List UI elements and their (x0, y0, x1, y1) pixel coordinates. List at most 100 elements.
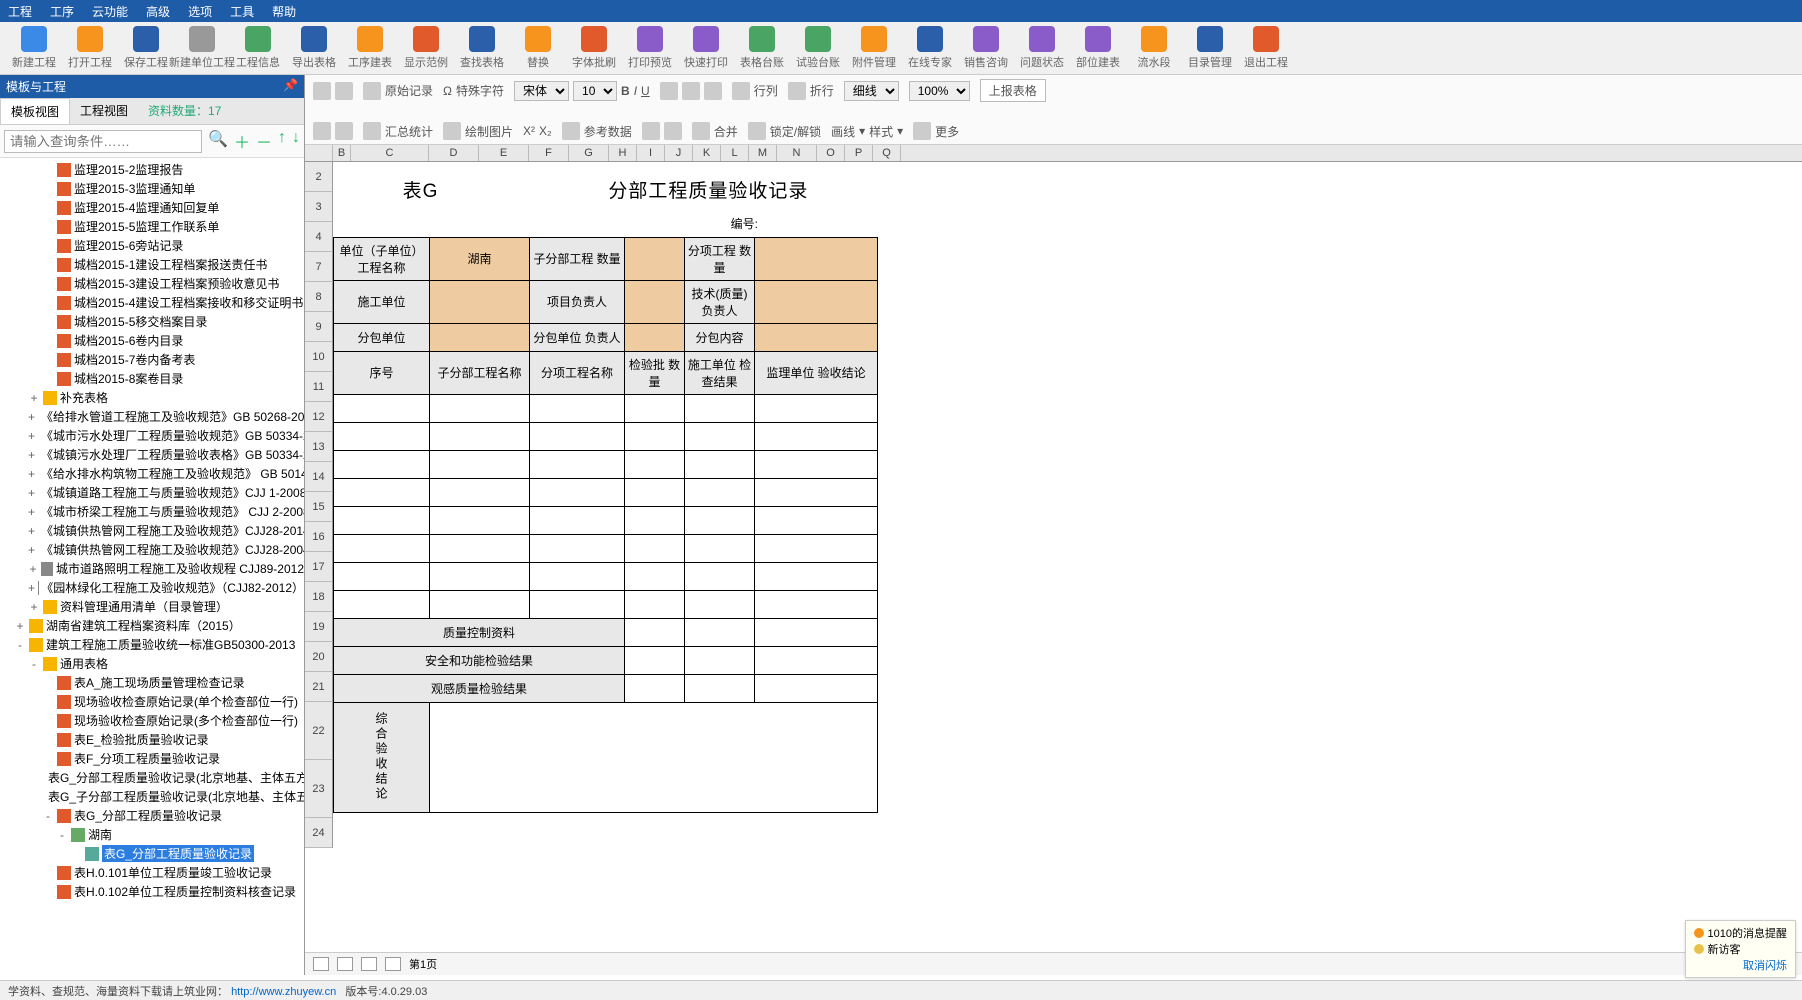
menu-选项[interactable]: 选项 (188, 3, 212, 20)
toolbar-替换[interactable]: 替换 (510, 26, 566, 70)
tab-template-view[interactable]: 模板视图 (0, 98, 70, 124)
bold-icon[interactable]: B (621, 84, 630, 98)
tree-node[interactable]: 城档2015-1建设工程档案报送责任书 (0, 255, 304, 274)
tree-node[interactable]: 城档2015-7卷内备考表 (0, 350, 304, 369)
tree-node[interactable]: 监理2015-3监理通知单 (0, 179, 304, 198)
toolbar-快速打印[interactable]: 快速打印 (678, 26, 734, 70)
more-icon[interactable] (913, 122, 931, 140)
tree-node[interactable]: 监理2015-5监理工作联系单 (0, 217, 304, 236)
first-page-icon[interactable] (313, 957, 329, 971)
tree-node[interactable]: -表G_分部工程质量验收记录 (0, 806, 304, 825)
tree-node[interactable]: +《城镇道路工程施工与质量验收规范》CJJ 1-2008 (0, 483, 304, 502)
raw-record-icon[interactable] (363, 82, 381, 100)
down-icon[interactable]: ↓ (292, 129, 300, 153)
toolbar-字体批刷[interactable]: 字体批刷 (566, 26, 622, 70)
cancel-flash-link[interactable]: 取消闪烁 (1743, 957, 1787, 973)
tree-view[interactable]: 监理2015-2监理报告监理2015-3监理通知单监理2015-4监理通知回复单… (0, 158, 304, 975)
toolbar-销售咨询[interactable]: 销售咨询 (958, 26, 1014, 70)
tree-node[interactable]: +湖南省建筑工程档案资料库（2015） (0, 616, 304, 635)
notification-toast[interactable]: 1010的消息提醒 新访客 取消闪烁 (1685, 920, 1796, 978)
tree-node[interactable]: 城档2015-6卷内目录 (0, 331, 304, 350)
tree-node[interactable]: 城档2015-4建设工程档案接收和移交证明书 (0, 293, 304, 312)
tree-node[interactable]: 城档2015-8案卷目录 (0, 369, 304, 388)
tree-node[interactable]: 监理2015-2监理报告 (0, 160, 304, 179)
tree-node[interactable]: -建筑工程施工质量验收统一标准GB50300-2013 (0, 635, 304, 654)
merge-icon[interactable] (692, 122, 710, 140)
toolbar-新建工程[interactable]: 新建工程 (6, 26, 62, 70)
toolbar-表格台账[interactable]: 表格台账 (734, 26, 790, 70)
tree-node[interactable]: 表G_子分部工程质量验收记录(北京地基、主体五方签 (0, 787, 304, 806)
up-icon[interactable]: ↑ (278, 129, 286, 153)
toolbar-打印预览[interactable]: 打印预览 (622, 26, 678, 70)
tree-node[interactable]: +《城市桥梁工程施工与质量验收规范》 CJJ 2-2008 (0, 502, 304, 521)
tree-node[interactable]: +城市道路照明工程施工及验收规程 CJJ89-2012 (0, 559, 304, 578)
minus-icon[interactable]: － (256, 129, 272, 153)
superscript-icon[interactable]: X² (523, 124, 535, 138)
tree-node[interactable]: +资料管理通用清单（目录管理） (0, 597, 304, 616)
lock-icon[interactable] (748, 122, 766, 140)
menu-工序[interactable]: 工序 (50, 3, 74, 20)
pin-icon[interactable]: 📌 (283, 78, 298, 95)
menu-帮助[interactable]: 帮助 (272, 3, 296, 20)
form-table[interactable]: 单位（子单位） 工程名称湖南子分部工程 数量分项工程 数量施工单位项目负责人技术… (333, 237, 878, 813)
tree-node[interactable]: 表E_检验批质量验收记录 (0, 730, 304, 749)
menu-工程[interactable]: 工程 (8, 3, 32, 20)
tree-node[interactable]: 表H.0.101单位工程质量竣工验收记录 (0, 863, 304, 882)
redo-icon[interactable] (335, 82, 353, 100)
tree-node[interactable]: 表H.0.102单位工程质量控制资料核查记录 (0, 882, 304, 901)
last-page-icon[interactable] (385, 957, 401, 971)
tree-node[interactable]: 表G_分部工程质量验收记录 (0, 844, 304, 863)
toolbar-附件管理[interactable]: 附件管理 (846, 26, 902, 70)
toolbar-退出工程[interactable]: 退出工程 (1238, 26, 1294, 70)
tree-node[interactable]: +《给排水管道工程施工及验收规范》GB 50268-2008 (0, 407, 304, 426)
tree-node[interactable]: 城档2015-3建设工程档案预验收意见书 (0, 274, 304, 293)
tree-node[interactable]: 表G_分部工程质量验收记录(北京地基、主体五方签字 (0, 768, 304, 787)
spreadsheet[interactable]: BCDEFGHIJKLMNOPQ 23478910111213141516171… (305, 145, 1802, 952)
tree-node[interactable]: 监理2015-4监理通知回复单 (0, 198, 304, 217)
toolbar-工序建表[interactable]: 工序建表 (342, 26, 398, 70)
footer-link[interactable]: http://www.zhuyew.cn (231, 986, 336, 998)
toolbar-保存工程[interactable]: 保存工程 (118, 26, 174, 70)
zoom-select[interactable]: 100% (909, 81, 970, 101)
tree-node[interactable]: +《城镇污水处理厂工程质量验收表格》GB 50334-2017 (0, 445, 304, 464)
valign-icon[interactable] (642, 122, 660, 140)
toolbar-查找表格[interactable]: 查找表格 (454, 26, 510, 70)
report-button[interactable]: 上报表格 (980, 79, 1046, 102)
tree-node[interactable]: +《城镇供热管网工程施工及验收规范》CJJ28-2004 (0, 540, 304, 559)
menu-工具[interactable]: 工具 (230, 3, 254, 20)
toolbar-导出表格[interactable]: 导出表格 (286, 26, 342, 70)
font-select[interactable]: 宋体 (514, 81, 569, 101)
plus-icon[interactable]: ＋ (234, 129, 250, 153)
special-char-icon[interactable]: Ω (443, 84, 452, 98)
col-ops-icon[interactable] (335, 122, 353, 140)
toolbar-问题状态[interactable]: 问题状态 (1014, 26, 1070, 70)
toolbar-部位建表[interactable]: 部位建表 (1070, 26, 1126, 70)
ref-icon[interactable] (562, 122, 580, 140)
chart-icon[interactable] (443, 122, 461, 140)
line-style-select[interactable]: 细线 (844, 81, 899, 101)
tree-node[interactable]: 表F_分项工程质量验收记录 (0, 749, 304, 768)
italic-icon[interactable]: I (634, 84, 637, 98)
tree-node[interactable]: 现场验收检查原始记录(多个检查部位一行) (0, 711, 304, 730)
toolbar-工程信息[interactable]: 工程信息 (230, 26, 286, 70)
align-center-icon[interactable] (682, 82, 700, 100)
row-ops-icon[interactable] (313, 122, 331, 140)
toolbar-新建单位工程[interactable]: 新建单位工程 (174, 26, 230, 70)
menu-高级[interactable]: 高级 (146, 3, 170, 20)
toolbar-流水段[interactable]: 流水段 (1126, 26, 1182, 70)
toolbar-打开工程[interactable]: 打开工程 (62, 26, 118, 70)
tree-node[interactable]: +《城市污水处理厂工程质量验收规范》GB 50334-2002 (0, 426, 304, 445)
underline-icon[interactable]: U (641, 84, 650, 98)
tree-node[interactable]: +《园林绿化工程施工及验收规范》（CJJ82-2012） (0, 578, 304, 597)
search-icon[interactable]: 🔍 (208, 129, 228, 153)
subscript-icon[interactable]: X₂ (539, 124, 552, 138)
prev-page-icon[interactable] (337, 957, 353, 971)
tree-node[interactable]: +补充表格 (0, 388, 304, 407)
align-right-icon[interactable] (704, 82, 722, 100)
toolbar-试验台账[interactable]: 试验台账 (790, 26, 846, 70)
tree-node[interactable]: +《给水排水构筑物工程施工及验收规范》 GB 50141-2008 (0, 464, 304, 483)
tree-node[interactable]: 现场验收检查原始记录(单个检查部位一行) (0, 692, 304, 711)
valign2-icon[interactable] (664, 122, 682, 140)
next-page-icon[interactable] (361, 957, 377, 971)
tree-node[interactable]: 表A_施工现场质量管理检查记录 (0, 673, 304, 692)
